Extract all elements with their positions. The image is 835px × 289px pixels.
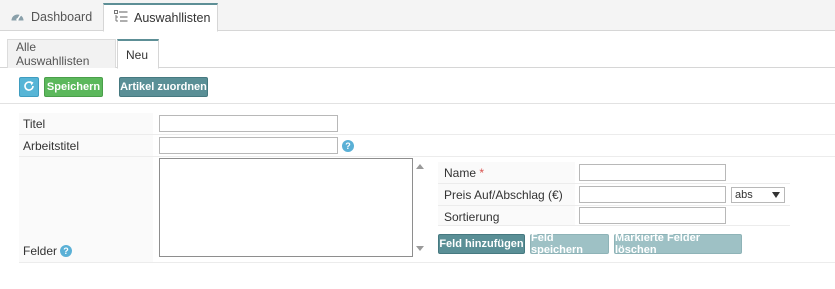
price-row: Preis Auf/Abschlag (€) abs bbox=[438, 184, 790, 206]
toolbar: Speichern Artikel zuordnen bbox=[0, 68, 835, 104]
worktitle-help-icon[interactable]: ? bbox=[342, 140, 354, 152]
refresh-button[interactable] bbox=[19, 77, 39, 97]
fields-help-icon[interactable]: ? bbox=[60, 245, 73, 257]
name-row: Name * bbox=[438, 162, 790, 184]
refresh-icon bbox=[23, 80, 35, 95]
dashboard-icon bbox=[10, 10, 25, 25]
tab-dashboard-label: Dashboard bbox=[31, 10, 93, 24]
add-field-button[interactable]: Feld hinzufügen bbox=[438, 234, 525, 254]
save-field-button[interactable]: Feld speichern bbox=[530, 232, 609, 256]
title-row: Titel bbox=[19, 113, 835, 135]
list-icon bbox=[114, 10, 128, 26]
worktitle-input[interactable] bbox=[159, 137, 338, 154]
price-mode-select[interactable]: abs bbox=[731, 187, 785, 203]
price-label: Preis Auf/Abschlag (€) bbox=[444, 188, 563, 202]
worktitle-label: Arbeitstitel bbox=[23, 139, 80, 153]
tab-neu-label: Neu bbox=[126, 47, 149, 62]
sort-row: Sortierung bbox=[438, 206, 790, 226]
name-input[interactable] bbox=[579, 164, 726, 181]
save-button[interactable]: Speichern bbox=[44, 77, 103, 97]
field-editor: Name * Preis Auf/Abschlag (€) abs Sortie… bbox=[438, 162, 790, 226]
fields-label-wrap: Felder ? bbox=[23, 244, 73, 258]
title-label: Titel bbox=[23, 117, 46, 131]
required-marker: * bbox=[479, 166, 485, 180]
fields-label: Felder bbox=[23, 244, 58, 258]
list-form: Titel Arbeitstitel ? Felder ? Name * Pre… bbox=[19, 113, 835, 263]
sort-input[interactable] bbox=[579, 207, 726, 224]
tab-dashboard[interactable]: Dashboard bbox=[0, 3, 100, 31]
title-input[interactable] bbox=[159, 115, 338, 132]
tab-alle-label: Alle Auswahllisten bbox=[16, 40, 90, 68]
name-label: Name bbox=[444, 166, 477, 180]
tab-auswahllisten-label: Auswahllisten bbox=[134, 11, 211, 25]
scroll-up-icon[interactable] bbox=[416, 164, 424, 169]
tab-neu[interactable]: Neu bbox=[117, 39, 159, 69]
sub-tab-bar: Alle Auswahllisten Neu bbox=[0, 31, 835, 69]
name-label-cell: Name * bbox=[438, 162, 575, 183]
chevron-down-icon bbox=[772, 192, 780, 198]
tab-auswahllisten[interactable]: Auswahllisten bbox=[103, 3, 218, 32]
sort-label: Sortierung bbox=[444, 210, 500, 224]
scroll-down-icon[interactable] bbox=[416, 246, 424, 251]
price-mode-value: abs bbox=[735, 189, 753, 201]
price-label-cell: Preis Auf/Abschlag (€) bbox=[438, 184, 575, 205]
tab-alle-auswahllisten[interactable]: Alle Auswahllisten bbox=[7, 39, 116, 68]
worktitle-row: Arbeitstitel ? bbox=[19, 135, 835, 157]
top-tab-bar: Dashboard Auswahllisten bbox=[0, 0, 835, 32]
fields-listbox-scrollbar[interactable] bbox=[413, 158, 429, 257]
delete-marked-fields-button[interactable]: Markierte Felder löschen bbox=[614, 232, 742, 256]
sort-label-cell: Sortierung bbox=[438, 206, 575, 225]
assign-articles-button[interactable]: Artikel zuordnen bbox=[119, 77, 208, 97]
fields-listbox[interactable] bbox=[159, 158, 413, 257]
price-input[interactable] bbox=[579, 186, 726, 203]
